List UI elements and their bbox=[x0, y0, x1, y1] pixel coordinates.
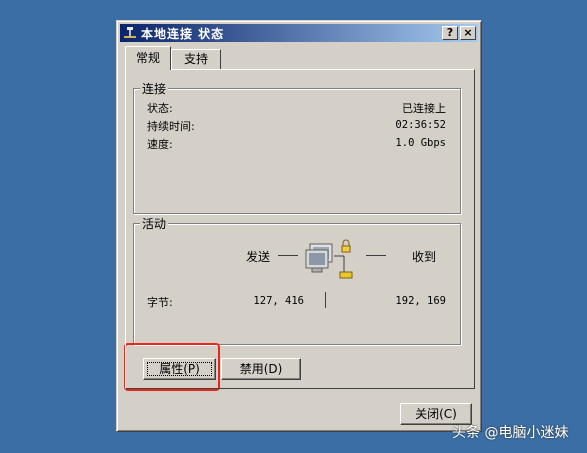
tab-panel bbox=[125, 69, 475, 389]
watermark: 头条 @电脑小迷妹 bbox=[452, 425, 569, 441]
help-button[interactable]: ? bbox=[442, 26, 458, 40]
close-window-button[interactable]: × bbox=[460, 26, 476, 40]
tab-support[interactable]: 支持 bbox=[171, 49, 221, 69]
title-bar[interactable]: 本地连接 状态 ? × bbox=[120, 24, 478, 42]
tab-general[interactable]: 常规 bbox=[125, 46, 171, 70]
network-connection-icon bbox=[124, 27, 136, 38]
window-title: 本地连接 状态 bbox=[141, 26, 225, 41]
status-dialog: 本地连接 状态 ? × 常规 支持 连接 状态: 已连接上 持续时间: 02:3… bbox=[116, 20, 482, 432]
